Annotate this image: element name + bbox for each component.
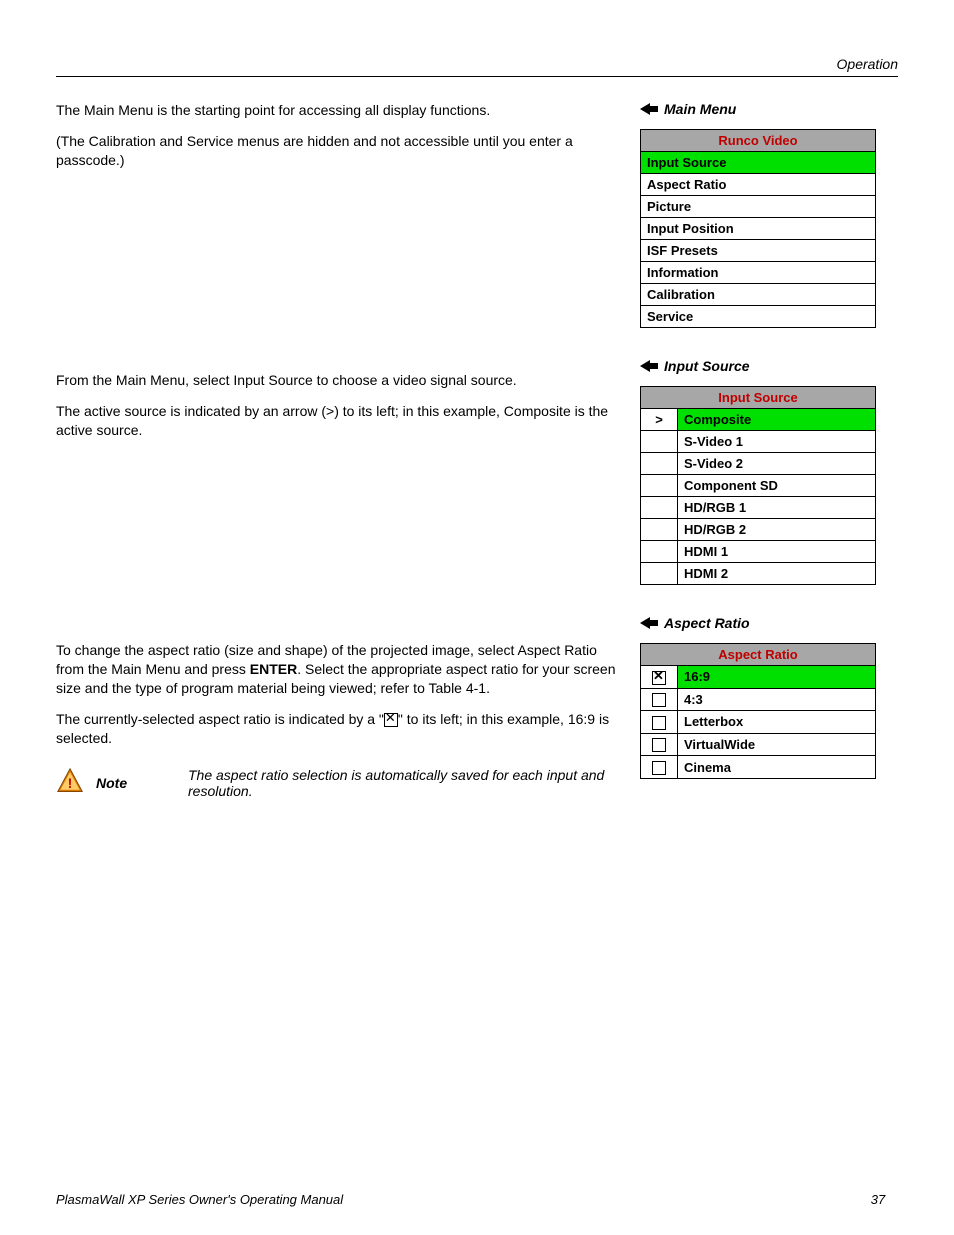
checkbox-cell bbox=[641, 756, 678, 779]
menu-item: Aspect Ratio bbox=[641, 174, 876, 196]
menu-item: HDMI 1 bbox=[678, 541, 876, 563]
main-menu-sidebar: Main Menu Runco Video Input Source Aspec… bbox=[640, 101, 876, 328]
menu-item: Cinema bbox=[678, 756, 876, 779]
menu-item: Input Source bbox=[641, 152, 876, 174]
checkbox-unchecked-icon bbox=[652, 761, 666, 775]
menu-item: S-Video 2 bbox=[678, 453, 876, 475]
active-indicator bbox=[641, 475, 678, 497]
checkbox-unchecked-icon bbox=[652, 716, 666, 730]
menu-title: Input Source bbox=[641, 387, 876, 409]
main-menu-heading: Main Menu bbox=[640, 101, 876, 117]
menu-item: Composite bbox=[678, 409, 876, 431]
menu-item: HD/RGB 1 bbox=[678, 497, 876, 519]
note-text: The aspect ratio selection is automatica… bbox=[188, 767, 616, 799]
menu-item: S-Video 1 bbox=[678, 431, 876, 453]
menu-item: HDMI 2 bbox=[678, 563, 876, 585]
paragraph: The Main Menu is the starting point for … bbox=[56, 101, 616, 120]
note-label: Note bbox=[96, 767, 176, 791]
page-footer: PlasmaWall XP Series Owner's Operating M… bbox=[56, 1192, 898, 1207]
checkbox-unchecked-icon bbox=[652, 738, 666, 752]
footer-manual-title: PlasmaWall XP Series Owner's Operating M… bbox=[56, 1192, 858, 1207]
arrow-left-icon bbox=[640, 359, 658, 373]
aspect-ratio-sidebar: Aspect Ratio Aspect Ratio 16:9 4:3 Lette… bbox=[640, 615, 876, 779]
menu-item: Service bbox=[641, 306, 876, 328]
warning-icon: ! bbox=[56, 767, 84, 795]
header-section-label: Operation bbox=[56, 56, 898, 72]
enter-key-label: ENTER bbox=[250, 661, 297, 677]
checkbox-checked-icon bbox=[652, 671, 666, 685]
menu-item: Letterbox bbox=[678, 711, 876, 734]
heading-text: Input Source bbox=[664, 358, 750, 374]
aspect-ratio-text: To change the aspect ratio (size and sha… bbox=[56, 641, 616, 799]
active-indicator: > bbox=[641, 409, 678, 431]
input-source-table: Input Source > Composite S-Video 1 S-Vid… bbox=[640, 386, 876, 585]
checkbox-unchecked-icon bbox=[652, 693, 666, 707]
checkbox-cell bbox=[641, 711, 678, 734]
menu-item: Picture bbox=[641, 196, 876, 218]
header-divider bbox=[56, 76, 898, 77]
menu-item: HD/RGB 2 bbox=[678, 519, 876, 541]
checkbox-cell bbox=[641, 666, 678, 689]
active-indicator bbox=[641, 519, 678, 541]
input-source-sidebar: Input Source Input Source > Composite S-… bbox=[640, 358, 876, 585]
input-source-text: From the Main Menu, select Input Source … bbox=[56, 371, 616, 611]
paragraph: To change the aspect ratio (size and sha… bbox=[56, 641, 616, 698]
menu-title: Runco Video bbox=[641, 130, 876, 152]
arrow-left-icon bbox=[640, 616, 658, 630]
menu-item: VirtualWide bbox=[678, 733, 876, 756]
active-indicator bbox=[641, 497, 678, 519]
heading-text: Aspect Ratio bbox=[664, 615, 750, 631]
arrow-left-icon bbox=[640, 102, 658, 116]
active-indicator bbox=[641, 431, 678, 453]
aspect-ratio-table: Aspect Ratio 16:9 4:3 Letterbox bbox=[640, 643, 876, 779]
footer-page-number: 37 bbox=[858, 1192, 898, 1207]
active-indicator bbox=[641, 453, 678, 475]
menu-item: Calibration bbox=[641, 284, 876, 306]
paragraph: From the Main Menu, select Input Source … bbox=[56, 371, 616, 390]
active-indicator bbox=[641, 563, 678, 585]
main-menu-text: The Main Menu is the starting point for … bbox=[56, 101, 616, 341]
aspect-ratio-heading: Aspect Ratio bbox=[640, 615, 876, 631]
svg-text:!: ! bbox=[68, 775, 73, 791]
input-source-heading: Input Source bbox=[640, 358, 876, 374]
paragraph: The currently-selected aspect ratio is i… bbox=[56, 710, 616, 748]
active-indicator bbox=[641, 541, 678, 563]
menu-title: Aspect Ratio bbox=[641, 644, 876, 666]
note-block: ! Note The aspect ratio selection is aut… bbox=[56, 767, 616, 799]
paragraph: (The Calibration and Service menus are h… bbox=[56, 132, 616, 170]
menu-item: Component SD bbox=[678, 475, 876, 497]
menu-item: Information bbox=[641, 262, 876, 284]
menu-item: Input Position bbox=[641, 218, 876, 240]
text: The currently-selected aspect ratio is i… bbox=[56, 711, 384, 727]
paragraph: The active source is indicated by an arr… bbox=[56, 402, 616, 440]
menu-item: 4:3 bbox=[678, 688, 876, 711]
checkbox-cell bbox=[641, 688, 678, 711]
checkbox-checked-icon bbox=[384, 713, 398, 727]
menu-item: ISF Presets bbox=[641, 240, 876, 262]
main-menu-table: Runco Video Input Source Aspect Ratio Pi… bbox=[640, 129, 876, 328]
heading-text: Main Menu bbox=[664, 101, 736, 117]
menu-item: 16:9 bbox=[678, 666, 876, 689]
checkbox-cell bbox=[641, 733, 678, 756]
